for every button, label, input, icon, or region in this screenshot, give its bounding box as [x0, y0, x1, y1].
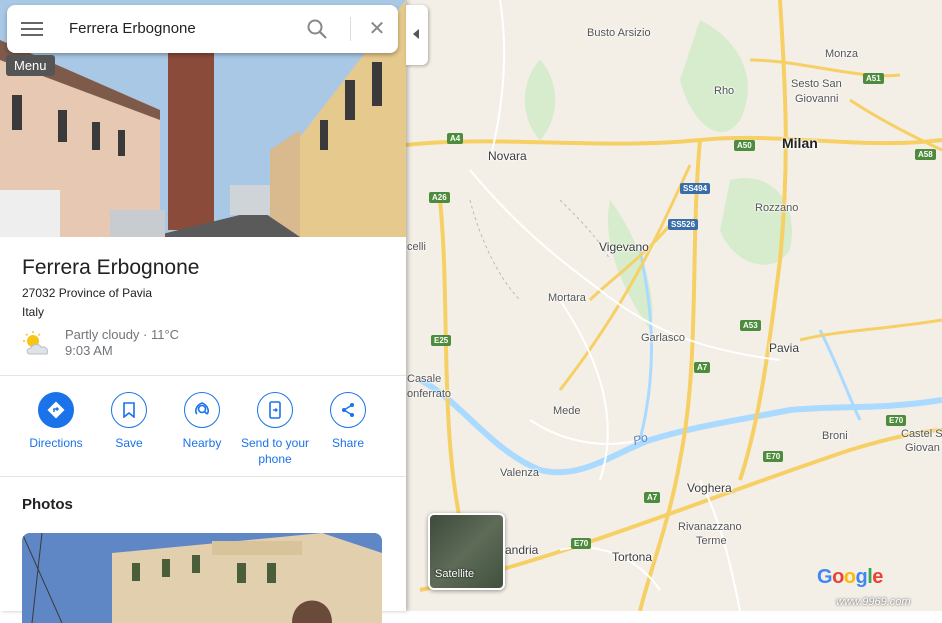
place-title: Ferrera Erbognone [22, 256, 200, 279]
weather-time: 9:03 AM [65, 343, 113, 358]
share-icon [330, 392, 366, 428]
city-label: Broni [822, 430, 848, 442]
share-button[interactable]: Share [308, 392, 388, 451]
divider [0, 375, 406, 376]
collapse-arrow-icon [413, 29, 419, 39]
collapse-panel-button[interactable] [406, 5, 428, 65]
city-label: andria [505, 543, 539, 557]
city-label: Giovanni [795, 93, 839, 105]
directions-label: Directions [29, 436, 83, 450]
city-label: Busto Arsizio [587, 27, 651, 39]
city-label: celli [407, 241, 426, 253]
road-shield: A53 [740, 320, 761, 331]
road-shield: A51 [863, 73, 884, 84]
partly-cloudy-icon [23, 331, 49, 355]
city-label: Sesto San [791, 78, 842, 90]
city-label: onferrato [407, 388, 452, 400]
city-label: Castel S [901, 428, 942, 440]
search-input[interactable]: Ferrera Erbognone [69, 20, 196, 37]
city-label: Terme [696, 535, 727, 547]
road-shield: A50 [734, 140, 755, 151]
google-logo: Google [817, 566, 883, 588]
city-label: Tortona [612, 550, 653, 564]
search-icon[interactable] [305, 17, 329, 41]
road-shield: A4 [447, 133, 464, 144]
city-label: Casale [407, 373, 442, 385]
hamburger-menu-icon[interactable] [21, 19, 43, 39]
road-shield: A7 [694, 362, 711, 373]
road-shield: E70 [886, 415, 907, 426]
search-divider [350, 17, 351, 41]
road-shield: E70 [763, 451, 784, 462]
city-label: Voghera [687, 481, 732, 495]
divider [0, 476, 406, 477]
save-label: Save [115, 436, 143, 450]
city-label: Pavia [769, 341, 800, 355]
bookmark-icon [111, 392, 147, 428]
building-photo [22, 533, 382, 623]
road-shield: E25 [431, 335, 452, 346]
satellite-label: Satellite [435, 568, 475, 580]
address-line: 27032 Province of Pavia [22, 286, 153, 300]
place-panel: Ferrera Erbognone ✕ Menu Ferrera Erbogno… [0, 0, 406, 623]
city-label: Vigevano [599, 240, 649, 254]
directions-icon [38, 392, 74, 428]
road-shield: E70 [571, 538, 592, 549]
watermark: www.9969.com [836, 596, 911, 608]
road-shield: SS494 [680, 183, 711, 194]
city-label: Novara [488, 149, 527, 163]
search-box[interactable]: Ferrera Erbognone ✕ [7, 5, 398, 53]
road-shield: A58 [915, 149, 936, 160]
send-to-phone-label: Send to your phone [240, 436, 310, 466]
city-label: Mortara [548, 292, 586, 304]
share-label: Share [331, 436, 365, 450]
close-icon[interactable]: ✕ [365, 17, 389, 41]
send-to-phone-icon [257, 392, 293, 428]
city-label: Milan [782, 135, 818, 151]
directions-button[interactable]: Directions [16, 392, 96, 451]
nearby-button[interactable]: Nearby [162, 392, 242, 451]
photos-heading: Photos [22, 496, 73, 513]
weather-condition: Partly cloudy · 11°C [65, 327, 180, 342]
city-label: Garlasco [641, 332, 686, 344]
satellite-layer-button[interactable]: Satellite [428, 513, 505, 590]
road-shield: A26 [429, 192, 450, 203]
save-button[interactable]: Save [89, 392, 169, 451]
city-label: Rivanazzano [678, 521, 742, 533]
city-label: Monza [825, 48, 859, 60]
city-label: Valenza [500, 467, 539, 479]
address-country: Italy [22, 305, 45, 319]
city-label: Rho [714, 85, 735, 97]
menu-tooltip: Menu [6, 55, 55, 76]
nearby-icon [184, 392, 220, 428]
city-label: Giovan [905, 442, 940, 454]
city-label: Mede [553, 405, 581, 417]
city-label: Rozzano [755, 202, 799, 214]
road-shield: SS526 [668, 219, 699, 230]
send-to-phone-button[interactable]: Send to your phone [235, 392, 315, 467]
photo-thumbnail[interactable] [22, 533, 382, 623]
road-shield: A7 [644, 492, 661, 503]
nearby-label: Nearby [182, 436, 222, 450]
